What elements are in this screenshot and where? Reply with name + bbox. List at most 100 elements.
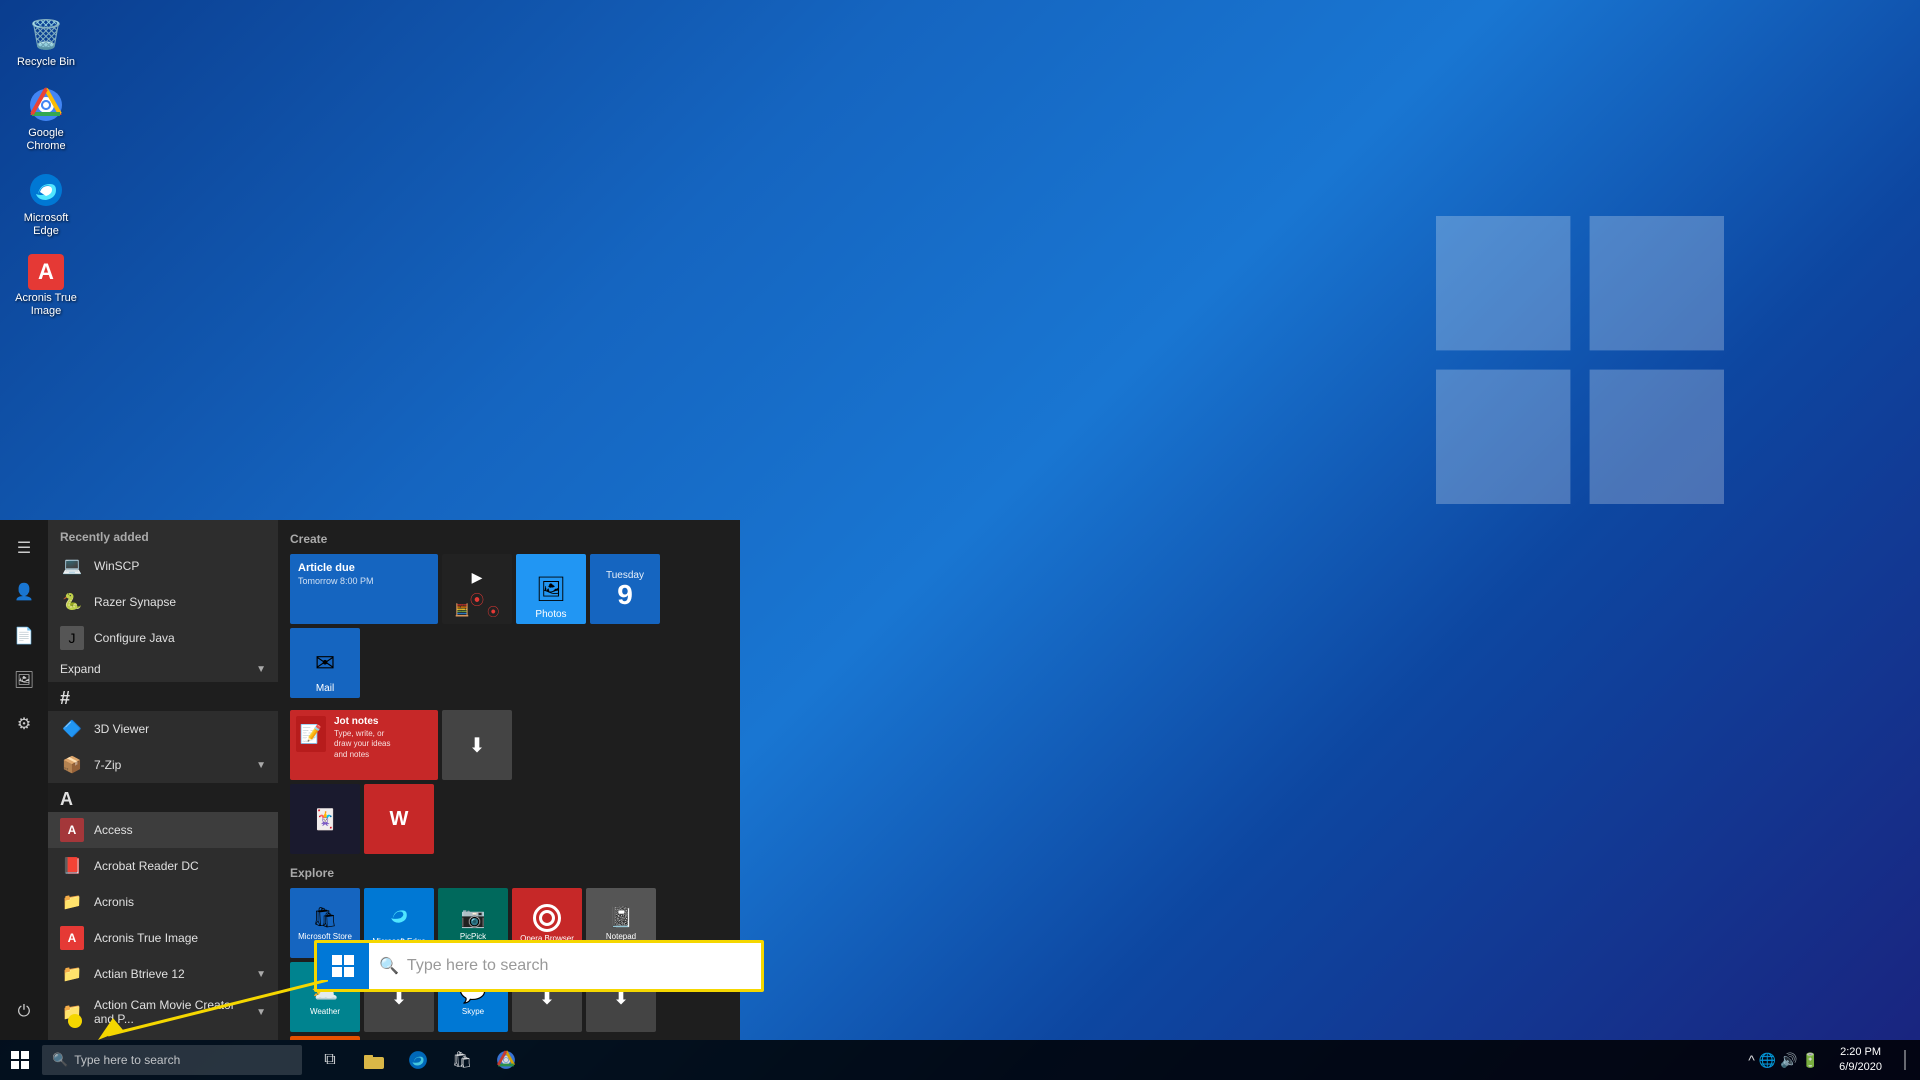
solitaire-row: 🃏 W [290, 784, 728, 854]
7zip-icon: 📦 [60, 753, 84, 777]
search-icon: 🔍 [379, 956, 399, 976]
alpha-hash: # [48, 682, 278, 711]
hamburger-menu-icon[interactable]: ☰ [4, 528, 44, 568]
calendar-tile[interactable]: Tuesday 9 [590, 554, 660, 624]
razer-name: Razer Synapse [94, 595, 266, 609]
recycle-bin-label: Recycle Bin [17, 56, 75, 69]
start-button[interactable] [0, 1040, 40, 1080]
app-item-acrobat-reader[interactable]: 📕 Acrobat Reader DC [48, 848, 278, 884]
java-name: Configure Java [94, 631, 266, 645]
actian-name: Actian Btrieve 12 [94, 967, 246, 981]
taskbar-search-icon: 🔍 [52, 1052, 68, 1068]
documents-icon[interactable]: 📄 [4, 616, 44, 656]
calendar-day-num: 9 [617, 581, 633, 609]
taskbar-clock[interactable]: 2:20 PM 6/9/2020 [1827, 1040, 1894, 1080]
store-taskbar-button[interactable]: 🛍 [442, 1040, 482, 1080]
media-play-tile[interactable]: ▶ ⦿ 🧮 ⦿ [442, 554, 512, 624]
chrome-icon [26, 85, 66, 125]
yellow-dot-indicator [68, 1014, 82, 1028]
winscp-name: WinSCP [94, 559, 266, 573]
alpha-a: A [48, 783, 278, 812]
edge-taskbar-button[interactable] [398, 1040, 438, 1080]
jot-row: 📝 Jot notes Type, write, ordraw your ide… [290, 710, 728, 780]
start-sidebar: ☰ 👤 📄 🖼 ⚙ ⏻ [0, 520, 48, 1040]
photos-sidebar-icon[interactable]: 🖼 [4, 660, 44, 700]
expand-item[interactable]: Expand ▼ [48, 656, 278, 682]
desktop-icon-chrome[interactable]: Google Chrome [10, 81, 82, 157]
acronis-icon: A [28, 254, 64, 290]
battery-icon[interactable]: 🔋 [1802, 1052, 1819, 1069]
power-icon[interactable]: ⏻ [4, 992, 44, 1032]
windows-watermark [1420, 200, 1740, 520]
7zip-arrow-icon: ▼ [256, 760, 266, 771]
taskbar-search-box[interactable]: 🔍 [42, 1045, 302, 1075]
explore-section-label: Explore [290, 866, 728, 880]
app-item-razer[interactable]: 🐍 Razer Synapse [48, 584, 278, 620]
search-input[interactable] [407, 957, 751, 975]
acronis-app-name: Acronis [94, 895, 266, 909]
3dviewer-icon: 🔷 [60, 717, 84, 741]
desktop: 🗑️ Recycle Bin Google Chrome [0, 0, 1920, 1080]
system-tray: ^ 🌐 🔊 🔋 [1740, 1040, 1827, 1080]
search-input-area: 🔍 [369, 956, 761, 976]
article-due-tile[interactable]: Article due Tomorrow 8:00 PM [290, 554, 438, 624]
winscp-icon: 💻 [60, 554, 84, 578]
jot-notes-tile[interactable]: 📝 Jot notes Type, write, ordraw your ide… [290, 710, 438, 780]
photos-tile-label: Photos [518, 609, 584, 620]
chrome-label: Google Chrome [14, 127, 78, 153]
java-icon: J [60, 626, 84, 650]
show-desktop-button[interactable] [1894, 1040, 1920, 1080]
desktop-icons: 🗑️ Recycle Bin Google Chrome [10, 10, 82, 322]
app-item-7zip[interactable]: 📦 7-Zip ▼ [48, 747, 278, 783]
recently-added-label: Recently added [48, 520, 278, 548]
acronis-ti-name: Acronis True Image [94, 931, 266, 945]
acronis-ti-icon: A [60, 926, 84, 950]
razer-icon: 🐍 [60, 590, 84, 614]
volume-icon[interactable]: 🔊 [1780, 1052, 1797, 1069]
desktop-icon-edge[interactable]: Microsoft Edge [10, 166, 82, 242]
search-overlay: 🔍 [314, 940, 764, 992]
3dviewer-name: 3D Viewer [94, 722, 266, 736]
task-view-button[interactable]: ⧉ [310, 1040, 350, 1080]
acrobat-reader-name: Acrobat Reader DC [94, 859, 266, 873]
tray-expand-icon[interactable]: ^ [1748, 1052, 1755, 1068]
taskbar: 🔍 ⧉ 🛍 [0, 1040, 1920, 1080]
clock-date: 6/9/2020 [1839, 1060, 1882, 1075]
app-item-java[interactable]: J Configure Java [48, 620, 278, 656]
taskbar-search-input[interactable] [74, 1053, 292, 1067]
chrome-taskbar-button[interactable] [486, 1040, 526, 1080]
download-tile-1[interactable]: ⬇ [442, 710, 512, 780]
access-icon: A [60, 818, 84, 842]
access-name: Access [94, 823, 266, 837]
edge-label: Microsoft Edge [14, 212, 78, 238]
user-icon[interactable]: 👤 [4, 572, 44, 612]
file-explorer-button[interactable] [354, 1040, 394, 1080]
start-app-list: Recently added 💻 WinSCP 🐍 Razer Synapse … [48, 520, 278, 1040]
office-tile[interactable]: W [364, 784, 434, 854]
create-tiles-grid: Article due Tomorrow 8:00 PM ▶ ⦿ 🧮 ⦿ 🖼 P… [290, 554, 728, 698]
article-due-title: Article due [298, 562, 355, 574]
solitaire-tile[interactable]: 🃏 [290, 784, 360, 854]
app-item-3dviewer[interactable]: 🔷 3D Viewer [48, 711, 278, 747]
desktop-icon-acronis[interactable]: A Acronis True Image [10, 250, 82, 322]
acrobat-reader-icon: 📕 [60, 854, 84, 878]
article-due-sub: Tomorrow 8:00 PM [298, 576, 374, 586]
mail-tile-label: Mail [292, 683, 358, 694]
app-item-access[interactable]: A Access [48, 812, 278, 848]
clock-time: 2:20 PM [1840, 1045, 1881, 1060]
app-item-winscp[interactable]: 💻 WinSCP [48, 548, 278, 584]
app-item-acronis[interactable]: 📁 Acronis [48, 884, 278, 920]
taskbar-pinned-icons: ⧉ 🛍 [310, 1040, 526, 1080]
expand-arrow-icon: ▼ [256, 664, 266, 675]
yellow-arrow-indicator [68, 980, 328, 1040]
expand-label: Expand [60, 662, 246, 676]
acronis-label: Acronis True Image [14, 292, 78, 318]
photos-tile[interactable]: 🖼 Photos [516, 554, 586, 624]
settings-icon[interactable]: ⚙ [4, 704, 44, 744]
edge-icon [26, 170, 66, 210]
mail-tile[interactable]: ✉ Mail [290, 628, 360, 698]
desktop-icon-recycle-bin[interactable]: 🗑️ Recycle Bin [10, 10, 82, 73]
network-icon[interactable]: 🌐 [1759, 1052, 1776, 1069]
7zip-name: 7-Zip [94, 758, 246, 772]
app-item-acronis-ti[interactable]: A Acronis True Image [48, 920, 278, 956]
